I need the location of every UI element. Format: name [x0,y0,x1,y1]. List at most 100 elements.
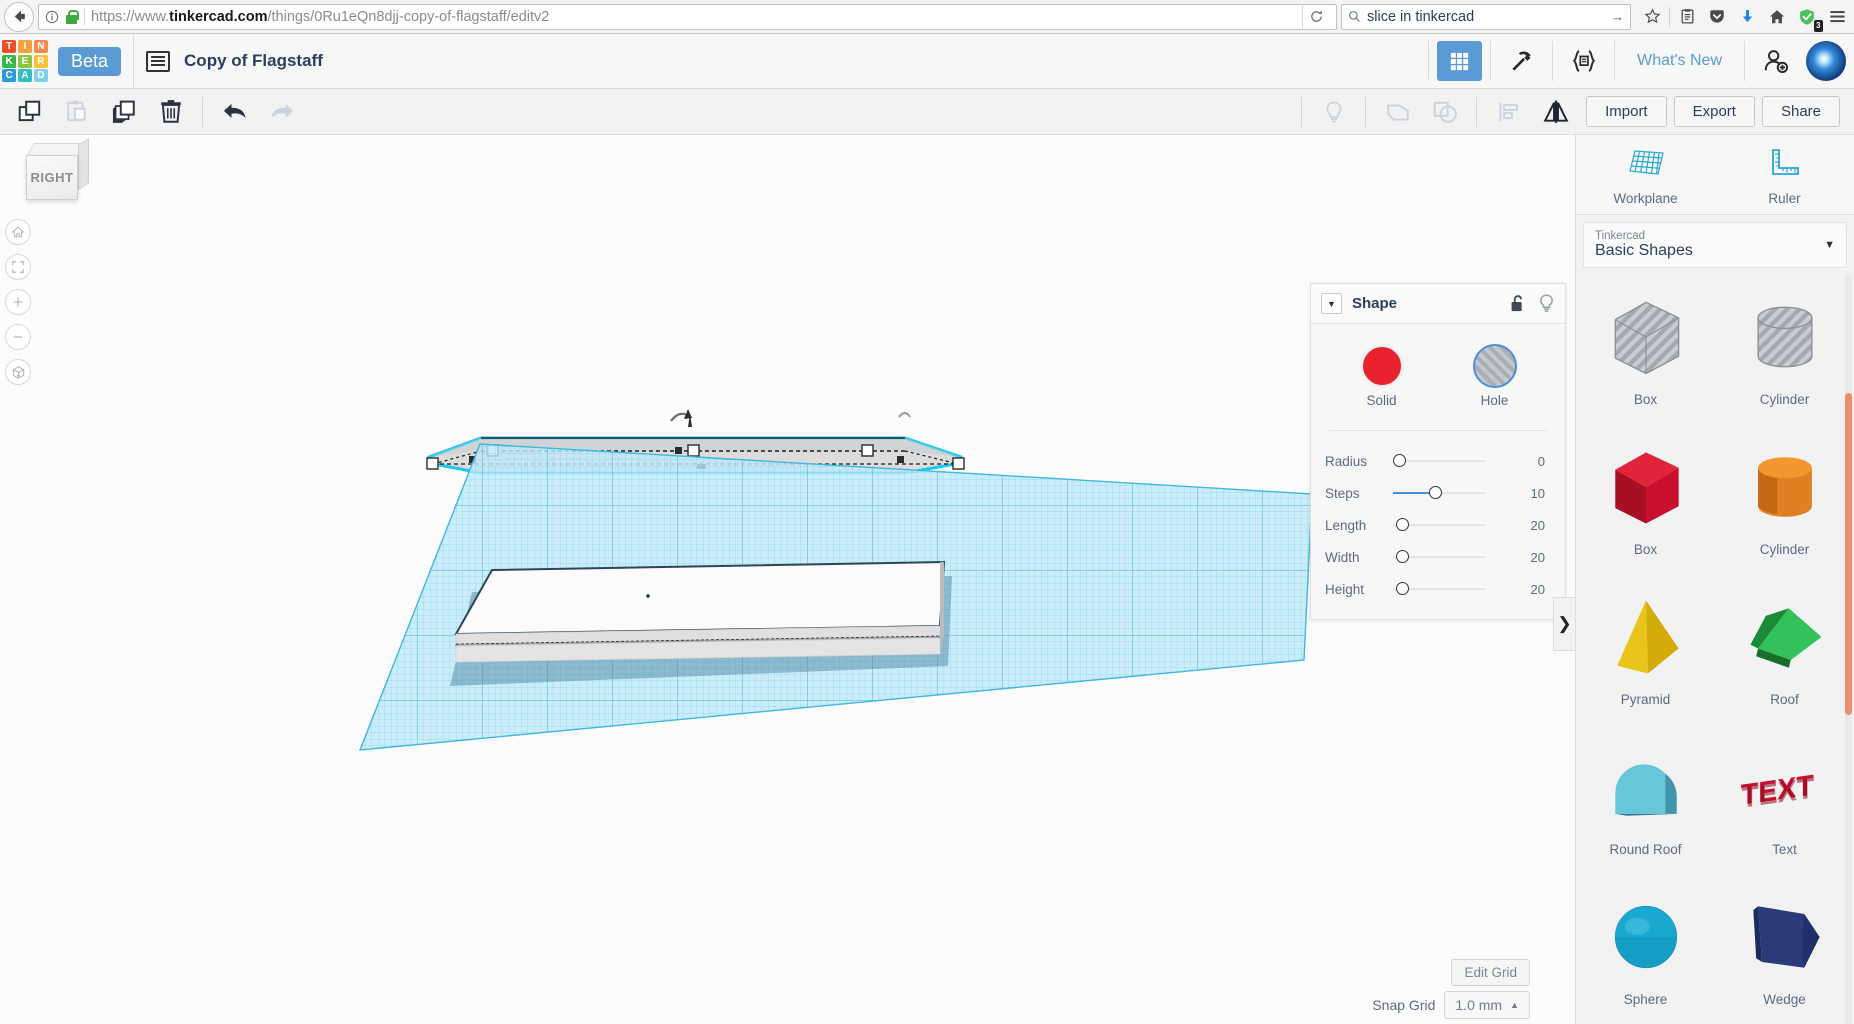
browser-back-button[interactable] [4,1,34,32]
paste-button[interactable] [53,90,100,134]
hint-button[interactable] [1310,90,1357,134]
project-list-icon[interactable] [146,50,171,72]
height-value[interactable]: 20 [1531,582,1551,597]
reload-icon [1311,10,1322,22]
wedge-icon [1752,906,1820,968]
shape-box-hole[interactable]: Box [1576,275,1715,425]
group-button[interactable] [1374,90,1421,134]
inspector-header-icons [1509,293,1555,314]
ungroup-button[interactable] [1421,90,1468,134]
shape-round-roof[interactable]: Round Roof [1576,725,1715,875]
share-button[interactable]: Share [1761,96,1840,127]
lightbulb-icon[interactable] [1538,293,1555,314]
shape-label: Text [1772,842,1797,857]
view-cube-side-face[interactable] [78,138,89,190]
mirror-button[interactable] [1532,90,1579,134]
delete-button[interactable] [147,90,194,134]
page-info-icon[interactable] [45,10,59,24]
unlock-icon[interactable] [1509,294,1526,313]
shape-cylinder-hole[interactable]: Cylinder [1715,275,1854,425]
shape-sphere[interactable]: Sphere [1576,875,1715,1024]
property-row-steps: Steps 10 [1325,477,1551,509]
undo-button[interactable] [211,90,258,134]
steps-value[interactable]: 10 [1531,486,1551,501]
shape-library-grid[interactable]: Box Cylinder Box Cylinder Pyramid Roof R… [1576,275,1854,1024]
steps-label: Steps [1325,485,1360,501]
downloads-icon[interactable] [1734,4,1760,30]
text-icon: TEXT TEXT [1740,769,1814,814]
length-slider[interactable] [1393,516,1485,534]
export-button[interactable]: Export [1673,96,1755,127]
tinkercad-logo[interactable]: T I N K E R C A D [2,40,48,82]
back-arrow-icon [14,10,25,23]
logo-tile-e: E [17,54,33,68]
length-value[interactable]: 20 [1531,518,1551,533]
align-button[interactable] [1485,90,1532,134]
view-cube[interactable]: RIGHT [22,138,89,203]
copy-button[interactable] [6,90,53,134]
library-selector[interactable]: Tinkercad Basic Shapes ▼ [1583,222,1847,268]
ruler-tool[interactable]: Ruler [1715,135,1854,214]
property-row-height: Height 20 [1325,573,1551,605]
sidebar-collapse-toggle[interactable]: ❯ [1553,597,1575,651]
shape-inspector-panel[interactable]: ▼ Shape Solid Hole Radius 0 Steps 10 Len… [1310,283,1566,620]
width-value[interactable]: 20 [1531,550,1551,565]
solid-mode-button[interactable]: Solid [1359,344,1404,410]
reload-button[interactable] [1302,3,1330,30]
home-icon[interactable] [1764,4,1790,30]
logo-tile-i: I [17,40,33,53]
duplicate-button[interactable] [100,90,147,134]
shape-pyramid[interactable]: Pyramid [1576,575,1715,725]
shape-label: Cylinder [1759,542,1810,557]
fit-to-view-button[interactable] [5,254,31,280]
editor-viewport[interactable]: RIGHT Edit Grid Snap Grid 1.0 mm ▲ ▼ Sha… [0,135,1575,1024]
radius-slider[interactable] [1393,452,1485,470]
shapes-sidebar: Workplane Ruler Tinkercad Basic Shapes ▼… [1575,135,1854,1024]
sphere-icon [1614,905,1677,969]
workplane-tool[interactable]: Workplane [1576,135,1715,214]
page-title[interactable]: Copy of Flagstaff [184,51,323,71]
hole-mode-button[interactable]: Hole [1472,344,1517,410]
reading-list-icon[interactable] [1674,4,1700,30]
import-button[interactable]: Import [1586,96,1667,127]
url-bar[interactable]: https://www.tinkercad.com/things/0Ru1eQn… [38,3,1337,30]
width-slider[interactable] [1393,548,1485,566]
zoom-in-button[interactable] [5,289,31,315]
shape-cylinder[interactable]: Cylinder [1715,425,1854,575]
shape-roof[interactable]: Roof [1715,575,1854,725]
go-arrow-icon[interactable]: → [1611,9,1624,24]
view-cube-front-face[interactable]: RIGHT [26,155,78,200]
code-brackets-icon[interactable] [1561,41,1606,81]
invite-person-icon[interactable] [1753,41,1798,81]
beta-badge[interactable]: Beta [58,46,122,76]
center-point-marker [646,594,650,598]
shape-wedge[interactable]: Wedge [1715,875,1854,1024]
height-slider[interactable] [1393,580,1485,598]
shape-box[interactable]: Box [1576,425,1715,575]
radius-value[interactable]: 0 [1538,454,1551,469]
snap-grid-select[interactable]: 1.0 mm ▲ [1444,991,1530,1019]
grid-apps-icon[interactable] [1437,41,1483,81]
steps-slider[interactable] [1393,484,1485,502]
edit-grid-button[interactable]: Edit Grid [1451,959,1530,986]
workplane-scene[interactable] [352,440,1362,845]
home-view-button[interactable] [5,219,31,245]
codeblocks-pick-icon[interactable] [1499,41,1544,81]
pocket-icon[interactable] [1704,4,1730,30]
shield-protection-icon[interactable]: 3 [1794,4,1823,32]
whats-new-link[interactable]: What's New [1621,52,1738,70]
chevron-down-icon[interactable]: ▼ [1321,293,1342,314]
user-avatar[interactable] [1806,41,1846,81]
search-input[interactable]: slice in tinkercad [1367,9,1474,25]
hamburger-menu-icon[interactable] [1824,4,1850,30]
bookmark-star-icon[interactable] [1639,4,1665,30]
ssl-lock-icon[interactable] [66,9,79,24]
scrollbar-thumb[interactable] [1845,393,1852,715]
browser-search-bar[interactable]: slice in tinkercad → [1341,3,1631,30]
zoom-out-button[interactable] [5,324,31,350]
shape-text[interactable]: TEXT TEXT Text [1715,725,1854,875]
ortho-perspective-button[interactable] [5,359,31,385]
redo-button[interactable] [258,90,305,134]
chevron-down-icon: ▼ [1824,239,1835,251]
shape-list-scrollbar[interactable] [1845,275,1852,1024]
